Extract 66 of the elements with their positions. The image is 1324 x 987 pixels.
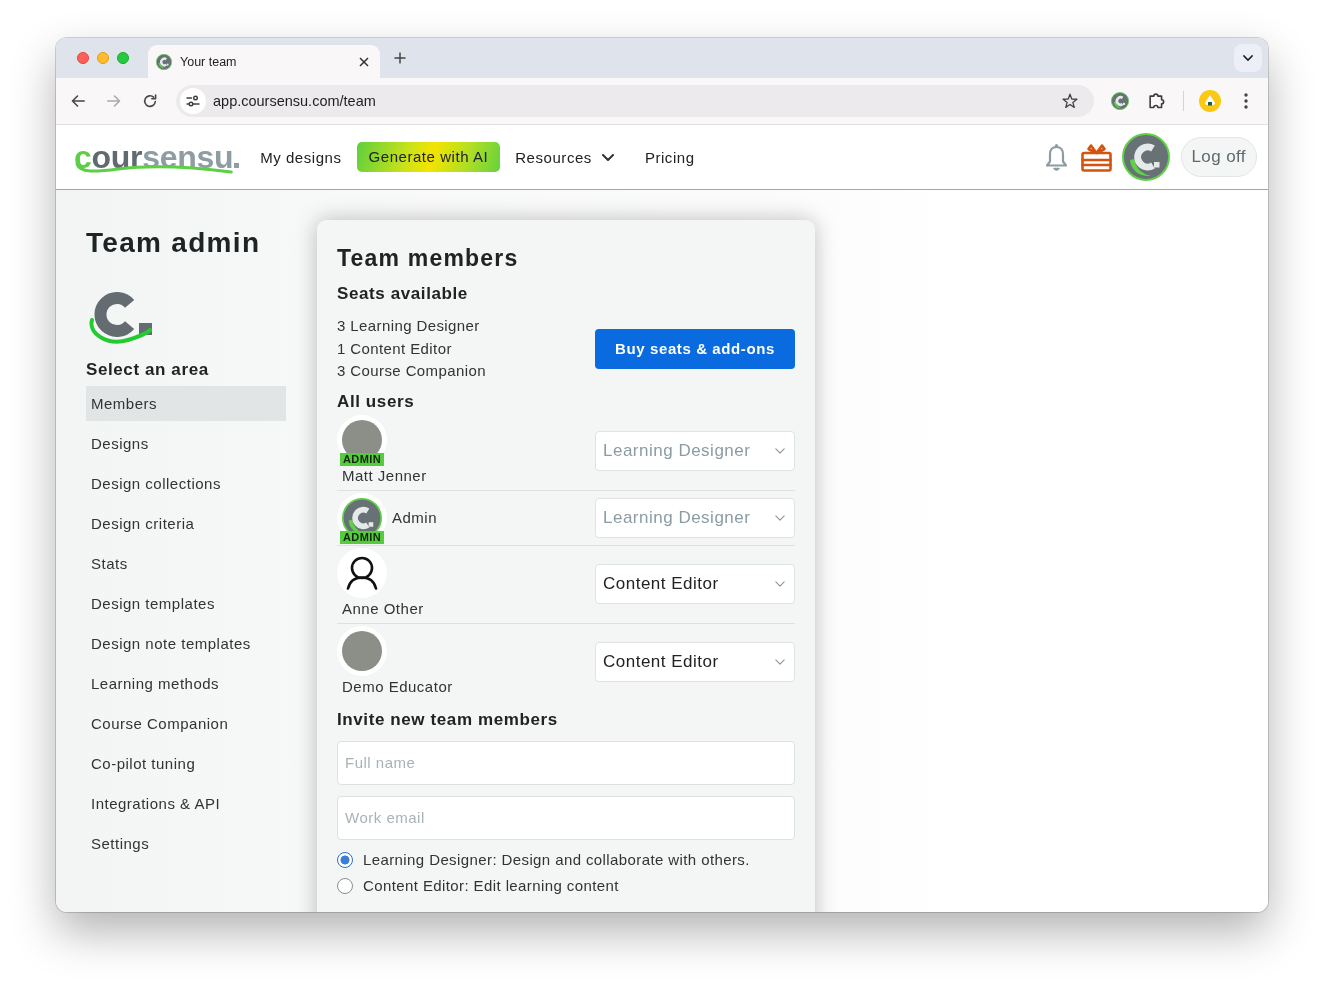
chevron-down-icon (1243, 55, 1253, 61)
chevron-down-icon (775, 581, 785, 587)
member-name: Demo Educator (342, 676, 453, 697)
sidebar-item[interactable]: Design collections (86, 466, 286, 501)
user-icon (337, 547, 387, 598)
tune-icon[interactable] (180, 88, 206, 114)
radio-label[interactable]: Content Editor: Edit learning content (363, 877, 619, 894)
sidebar-item[interactable]: Integrations & API (86, 786, 286, 821)
role-select[interactable]: Content Editor (595, 642, 795, 682)
nav-button[interactable]: Generate with AI (356, 142, 501, 172)
chevron-down-icon (775, 514, 785, 521)
text-field[interactable]: Full name (337, 740, 795, 785)
seat-count-text: 3 Learning Designer (337, 316, 481, 336)
avatar-placeholder (337, 625, 387, 676)
seat-count-text: 3 Course Companion (337, 361, 486, 381)
nav-dropdown[interactable]: Resources (515, 148, 614, 166)
sidebar-item[interactable]: Stats (86, 546, 286, 581)
reload-icon[interactable] (143, 94, 157, 108)
bell-icon[interactable] (1043, 142, 1069, 172)
logo-icon[interactable] (1111, 92, 1129, 110)
section-heading: Seats available (337, 283, 469, 305)
sidebar-item[interactable]: Members (86, 386, 286, 421)
logo-icon (88, 290, 152, 346)
close-icon[interactable] (359, 56, 369, 67)
role-select[interactable]: Content Editor (595, 564, 795, 604)
sidebar-item[interactable]: Course Companion (86, 706, 286, 741)
chevron-down-icon (775, 448, 785, 454)
sidebar-item[interactable]: Learning methods (86, 666, 286, 701)
text-field[interactable]: Work email (337, 795, 795, 840)
chevron-down-icon (601, 153, 614, 161)
tab-list-button[interactable] (1234, 44, 1262, 72)
panel-title: Team members (337, 244, 520, 272)
section-heading: Select an area (86, 359, 210, 381)
radio-button[interactable] (337, 851, 353, 868)
member-name: Anne Other (342, 598, 424, 619)
bookmark-star-icon[interactable] (1062, 93, 1078, 109)
profile-icon[interactable] (1199, 90, 1221, 112)
user-avatar[interactable] (1121, 133, 1170, 181)
page-title: Team admin (86, 226, 262, 260)
buy-seats-button[interactable]: Buy seats & add-ons (595, 328, 795, 369)
sidebar-item[interactable]: Design note templates (86, 626, 286, 661)
gift-icon[interactable] (1080, 142, 1112, 172)
nav-link[interactable]: My designs (260, 148, 342, 166)
radio-label[interactable]: Learning Designer: Design and collaborate with others. (363, 851, 750, 868)
more-menu-icon[interactable] (1244, 93, 1248, 109)
address-bar[interactable]: app.coursensu.com/team (176, 85, 1094, 117)
member-name: Admin (392, 507, 438, 528)
nav-link[interactable]: Pricing (644, 148, 695, 166)
chevron-down-icon (775, 659, 785, 665)
section-heading: All users (337, 390, 416, 413)
sidebar-item[interactable]: Co-pilot tuning (86, 746, 286, 781)
window-close-icon[interactable] (77, 52, 89, 64)
sidebar-item[interactable]: Settings (86, 826, 286, 861)
back-arrow-icon[interactable] (71, 95, 85, 107)
sidebar-item[interactable]: Designs (86, 426, 286, 461)
logo-icon (156, 53, 172, 70)
plus-icon[interactable] (394, 52, 406, 64)
log-off-button[interactable]: Log off (1180, 137, 1257, 177)
puzzle-icon[interactable] (1149, 93, 1165, 109)
seat-count-text: 1 Content Editor (337, 338, 453, 359)
browser-tab[interactable]: Your team (148, 45, 380, 78)
sidebar-item[interactable]: Design templates (86, 586, 286, 621)
member-name: Matt Jenner (342, 465, 427, 486)
radio-button[interactable] (337, 877, 353, 894)
section-heading: Invite new team members (337, 708, 559, 731)
sidebar-item[interactable]: Design criteria (86, 506, 286, 541)
